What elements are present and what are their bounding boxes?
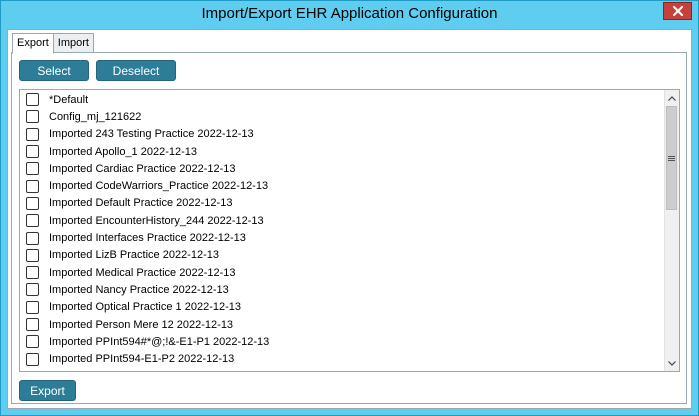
item-label: Imported Nancy Practice 2022-12-13 <box>49 283 229 296</box>
item-checkbox[interactable] <box>26 214 39 228</box>
list-item[interactable]: Imported Optical Practice 1 2022-12-13 <box>20 299 664 316</box>
list-item[interactable]: Imported 243 Testing Practice 2022-12-13 <box>20 126 664 143</box>
item-checkbox[interactable] <box>26 248 39 262</box>
item-label: Imported Medical Practice 2022-12-13 <box>49 266 236 279</box>
chevron-up-icon <box>668 95 676 101</box>
select-all-button[interactable]: Select All <box>19 60 89 99</box>
item-checkbox[interactable] <box>26 300 39 314</box>
list-item[interactable]: Imported PPInt594-E1-P2 2022-12-13 <box>20 350 664 367</box>
item-checkbox[interactable] <box>26 335 39 349</box>
item-label: Imported Apollo_1 2022-12-13 <box>49 145 197 158</box>
item-label: Imported EncounterHistory_244 2022-12-13 <box>49 214 264 227</box>
title-bar[interactable]: Import/Export EHR Application Configurat… <box>1 1 698 28</box>
scroll-thumb[interactable] <box>666 106 677 210</box>
scroll-up-button[interactable] <box>665 91 679 105</box>
item-checkbox[interactable] <box>26 283 39 297</box>
list-item[interactable]: Imported LizB Practice 2022-12-13 <box>20 247 664 264</box>
scroll-down-button[interactable] <box>665 356 679 370</box>
close-icon <box>672 6 683 16</box>
item-label: Imported Person Mere 12 2022-12-13 <box>49 318 234 331</box>
item-label: Imported Optical Practice 1 2022-12-13 <box>49 301 241 314</box>
item-label: *Default <box>49 93 89 106</box>
list-item[interactable]: Imported Default Practice 2022-12-13 <box>20 195 664 212</box>
item-label: Imported 243 Testing Practice 2022-12-13 <box>49 128 254 141</box>
list-item[interactable]: *Default <box>20 91 664 108</box>
export-panel: Select All Deselect All *Default Config_… <box>11 52 687 404</box>
list-item[interactable]: Imported Person Mere 12 2022-12-13 <box>20 316 664 333</box>
item-checkbox[interactable] <box>26 266 39 280</box>
list-item[interactable]: Imported Medical Practice 2022-12-13 <box>20 264 664 281</box>
item-label: Imported LizB Practice 2022-12-13 <box>49 249 219 262</box>
item-checkbox[interactable] <box>26 110 39 124</box>
list-item[interactable]: Imported PPInt594#*@;!&-E1-P1 2022-12-13 <box>20 333 664 350</box>
close-button[interactable] <box>663 2 692 20</box>
list-item[interactable]: Imported Interfaces Practice 2022-12-13 <box>20 229 664 246</box>
grip-icon <box>668 155 675 161</box>
item-label: Imported Interfaces Practice 2022-12-13 <box>49 232 246 245</box>
item-checkbox[interactable] <box>26 196 39 210</box>
list-item[interactable]: Imported EncounterHistory_244 2022-12-13 <box>20 212 664 229</box>
item-checkbox[interactable] <box>26 179 39 193</box>
dialog-window: Import/Export EHR Application Configurat… <box>0 0 699 416</box>
item-checkbox[interactable] <box>26 145 39 159</box>
item-label: Imported Cardiac Practice 2022-12-13 <box>49 162 236 175</box>
list-item[interactable]: Imported CodeWarriors_Practice 2022-12-1… <box>20 177 664 194</box>
item-checkbox[interactable] <box>26 352 39 366</box>
configuration-list[interactable]: *Default Config_mj_121622 Imported 243 T… <box>19 89 680 372</box>
tab-strip: Export Import <box>12 33 94 54</box>
window-title: Import/Export EHR Application Configurat… <box>201 5 498 22</box>
list-item[interactable]: Imported Cardiac Practice 2022-12-13 <box>20 160 664 177</box>
dialog-client-area: Export Import Select All Deselect All *D… <box>7 29 692 409</box>
list-item[interactable]: Imported Nancy Practice 2022-12-13 <box>20 281 664 298</box>
item-label: Config_mj_121622 <box>49 110 142 123</box>
item-checkbox[interactable] <box>26 318 39 331</box>
item-checkbox[interactable] <box>26 93 39 107</box>
item-label: Imported Default Practice 2022-12-13 <box>49 197 233 210</box>
export-button[interactable]: Export <box>19 380 76 401</box>
configuration-items: *Default Config_mj_121622 Imported 243 T… <box>20 91 664 368</box>
vertical-scrollbar[interactable] <box>664 90 679 371</box>
chevron-down-icon <box>668 360 676 366</box>
item-label: Imported PPInt594#*@;!&-E1-P1 2022-12-13 <box>49 335 270 348</box>
item-checkbox[interactable] <box>26 231 39 245</box>
tab-export[interactable]: Export <box>12 33 54 54</box>
tab-import[interactable]: Import <box>52 33 94 53</box>
item-label: Imported PPInt594-E1-P2 2022-12-13 <box>49 353 235 366</box>
list-item[interactable]: Config_mj_121622 <box>20 108 664 125</box>
list-item[interactable]: Imported Apollo_1 2022-12-13 <box>20 143 664 160</box>
deselect-all-button[interactable]: Deselect All <box>96 60 176 99</box>
item-checkbox[interactable] <box>26 162 39 176</box>
item-label: Imported CodeWarriors_Practice 2022-12-1… <box>49 180 269 193</box>
item-checkbox[interactable] <box>26 127 39 141</box>
